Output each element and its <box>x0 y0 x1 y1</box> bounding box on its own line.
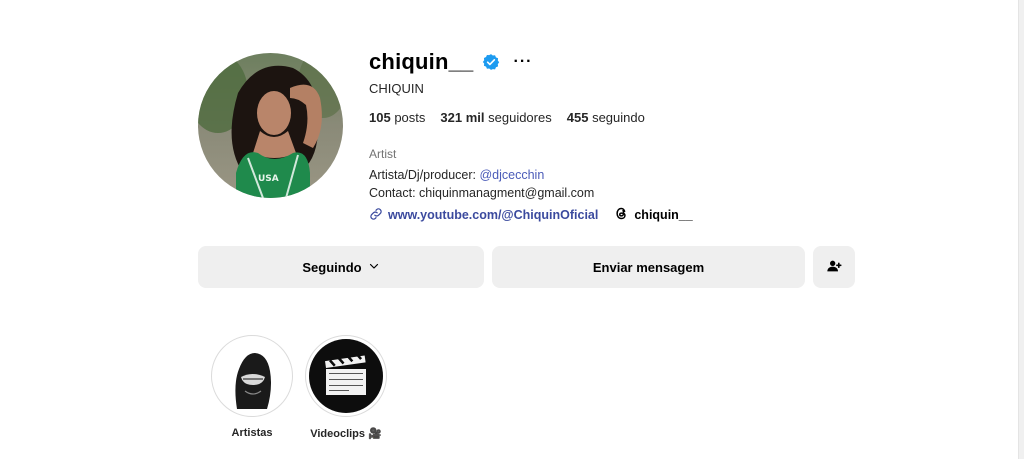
highlight-label: Artistas <box>231 427 273 439</box>
chevron-down-icon <box>368 260 380 275</box>
threads-link[interactable]: chiquin__ <box>614 206 693 224</box>
external-link-url: www.youtube.com/@ChiquinOficial <box>388 208 599 222</box>
highlight-ring <box>305 335 387 417</box>
followers-label: seguidores <box>488 110 552 125</box>
bio-links: www.youtube.com/@ChiquinOficial chiquin_… <box>369 206 693 224</box>
highlight-label: Videoclips 🎥 <box>310 428 382 440</box>
following-count: 455 <box>566 110 589 125</box>
suggested-users-button[interactable] <box>813 246 855 288</box>
send-message-label: Enviar mensagem <box>592 259 705 275</box>
highlight-artistas[interactable]: Artistas <box>210 335 294 439</box>
highlight-cover-videoclips <box>309 339 383 413</box>
following-button-label: Seguindo <box>302 259 362 275</box>
following-stat[interactable]: 455 seguindo <box>567 110 645 125</box>
send-message-button[interactable]: Enviar mensagem <box>492 246 805 288</box>
add-user-icon <box>826 258 842 277</box>
threads-handle: chiquin__ <box>634 208 693 222</box>
following-label: seguindo <box>592 110 645 125</box>
profile-stats: 105 posts 321 mil seguidores 455 seguind… <box>369 110 645 125</box>
scrollbar-track[interactable] <box>1018 0 1024 459</box>
external-link[interactable]: www.youtube.com/@ChiquinOficial <box>369 207 598 224</box>
followers-count: 321 mil <box>440 110 485 125</box>
threads-icon <box>614 206 629 224</box>
profile-page: USA chiquin__ ··· CHIQUIN 105 posts 321 … <box>0 0 1024 459</box>
highlight-ring <box>211 335 293 417</box>
link-icon <box>369 207 383 224</box>
bio-line-1-text: Artista/Dj/producer: <box>369 168 480 182</box>
following-button[interactable]: Seguindo <box>198 246 484 288</box>
highlight-videoclips[interactable]: Videoclips 🎥 <box>304 335 388 440</box>
verified-badge-icon <box>482 53 500 71</box>
more-options-button[interactable]: ··· <box>514 53 533 71</box>
username-row: chiquin__ ··· <box>369 47 532 77</box>
full-name: CHIQUIN <box>369 81 424 96</box>
profile-category: Artist <box>369 147 397 161</box>
followers-stat[interactable]: 321 mil seguidores <box>440 110 551 125</box>
bio-line-1: Artista/Dj/producer: @djcecchin <box>369 168 544 182</box>
avatar-photo: USA <box>198 53 343 198</box>
svg-text:USA: USA <box>258 174 279 184</box>
posts-stat: 105 posts <box>369 110 425 125</box>
bio-mention-link[interactable]: @djcecchin <box>479 168 544 182</box>
username: chiquin__ <box>369 49 474 74</box>
bio-line-2: Contact: chiquinmanagment@gmail.com <box>369 186 595 200</box>
highlight-cover-artistas <box>215 339 289 413</box>
posts-count: 105 <box>369 110 391 125</box>
posts-label: posts <box>394 110 426 125</box>
profile-avatar[interactable]: USA <box>198 53 343 198</box>
